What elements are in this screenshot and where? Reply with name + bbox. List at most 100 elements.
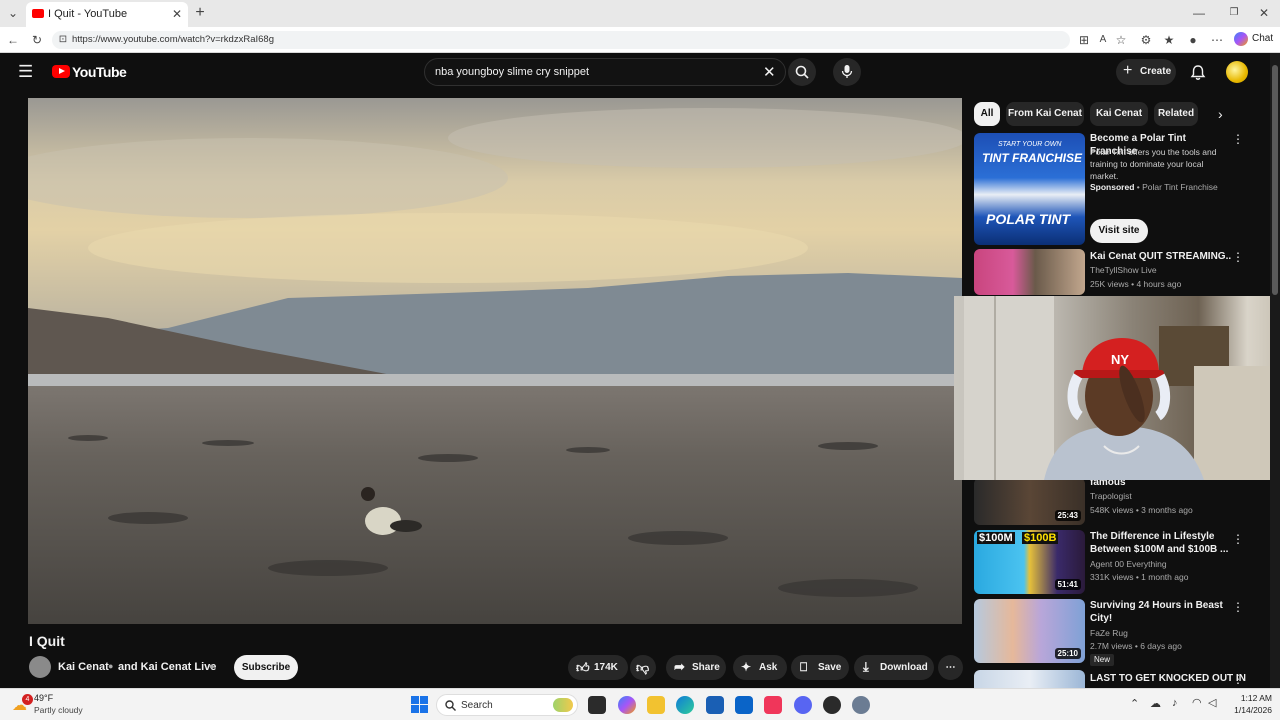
subscribe-button[interactable]: Subscribe — [234, 655, 298, 680]
new-badge: New — [1090, 654, 1115, 666]
more-vert-icon[interactable]: ⋮ — [1232, 132, 1244, 146]
rec-title[interactable]: The Difference in Lifestyle Between $100… — [1090, 530, 1232, 556]
rec-channel[interactable]: TheTyllShow Live — [1090, 264, 1240, 277]
streamer-figure — [964, 296, 1280, 480]
refresh-icon[interactable]: ↻ — [28, 31, 46, 49]
save-button[interactable]: ⎕ Save — [791, 655, 849, 680]
wifi-icon[interactable]: ◠ — [1192, 696, 1202, 709]
chip-kai-cenat[interactable]: Kai Cenat — [1090, 102, 1148, 126]
rec-channel[interactable]: Agent 00 Everything — [1090, 558, 1240, 571]
url-field[interactable]: ⊡ https://www.youtube.com/watch?v=rkdzxR… — [52, 31, 1070, 49]
rec-channel[interactable]: FaZe Rug — [1090, 627, 1240, 640]
menu-icon[interactable]: ☰ — [18, 62, 33, 82]
page-scrollbar[interactable] — [1270, 53, 1280, 688]
volume-icon[interactable]: ◁ — [1208, 696, 1216, 709]
favorite-icon[interactable]: ☆ — [1112, 31, 1130, 49]
back-icon[interactable]: ← — [4, 31, 22, 49]
copilot-icon[interactable] — [618, 696, 636, 714]
more-vert-icon[interactable]: ⋮ — [1232, 600, 1244, 614]
rec-title[interactable]: Surviving 24 Hours in Beast City! — [1090, 599, 1232, 625]
thumbs-down-icon: 👎︎ — [636, 660, 650, 675]
chip-related[interactable]: Related — [1154, 102, 1198, 126]
more-vert-icon[interactable]: ⋮ — [1232, 672, 1244, 686]
clock-date[interactable]: 1/14/2026 — [1228, 705, 1272, 715]
store-icon[interactable] — [706, 696, 724, 714]
ad-thumbnail[interactable]: START YOUR OWN TINT FRANCHISE POLAR TINT — [974, 133, 1085, 245]
edge-icon[interactable] — [676, 696, 694, 714]
share-button[interactable]: ➦ Share — [666, 655, 726, 680]
chat-label[interactable]: Chat — [1252, 33, 1273, 44]
start-button[interactable] — [411, 696, 428, 713]
rec-meta: 331K views • 1 month ago — [1090, 572, 1189, 582]
video-thumbnail[interactable]: 25:10 — [974, 599, 1085, 663]
music-icon[interactable] — [764, 696, 782, 714]
chip-all[interactable]: All — [974, 102, 1000, 126]
save-label: Save — [818, 662, 842, 673]
taskbar-search[interactable]: Search — [436, 694, 578, 716]
chevron-right-icon[interactable]: › — [1218, 106, 1223, 122]
site-info-icon[interactable]: ⊡ — [54, 31, 72, 49]
chip-from-kai-cenat[interactable]: From Kai Cenat — [1006, 102, 1084, 126]
dislike-button[interactable]: 👎︎ — [630, 655, 656, 680]
youtube-logo-icon[interactable] — [52, 65, 70, 78]
channel-collab-text[interactable]: and Kai Cenat Live — [118, 661, 216, 673]
close-tab-icon[interactable]: ✕ — [168, 5, 186, 23]
clock-time[interactable]: 1:12 AM — [1236, 693, 1272, 703]
more-vert-icon[interactable]: ⋮ — [1232, 250, 1244, 264]
game-app-icon[interactable] — [823, 696, 841, 714]
video-thumbnail[interactable] — [974, 249, 1085, 295]
create-button[interactable]: + Create — [1116, 59, 1176, 85]
read-aloud-icon[interactable]: A — [1094, 31, 1112, 49]
notifications-bell-icon[interactable] — [1190, 64, 1206, 81]
search-button[interactable] — [788, 58, 816, 86]
more-vert-icon[interactable]: ⋮ — [1232, 532, 1244, 546]
tray-chevron-icon[interactable]: ⌃ — [1130, 697, 1139, 710]
more-actions-button[interactable]: ⋯ — [938, 655, 963, 680]
youtube-logo-text[interactable]: YouTube — [72, 64, 127, 80]
video-thumbnail[interactable] — [974, 670, 1085, 688]
apps-icon[interactable]: ⊞ — [1075, 31, 1093, 49]
extensions-icon[interactable]: ⚙ — [1137, 31, 1155, 49]
task-view-icon[interactable] — [588, 696, 606, 714]
browser-tab-strip: ⌄ I Quit - YouTube ✕ + — ❐ ✕ — [0, 0, 1280, 27]
share-icon: ➦ — [674, 659, 685, 674]
channel-name[interactable]: Kai Cenat — [58, 661, 109, 673]
microphone-icon[interactable]: ♪ — [1172, 697, 1178, 709]
video-thumbnail[interactable]: $100M $100B 51:41 — [974, 530, 1085, 594]
copilot-icon[interactable] — [1234, 32, 1248, 46]
weather-widget[interactable]: ☁ 4 — [10, 694, 33, 716]
like-button[interactable]: 👍︎ 174K — [568, 655, 628, 680]
avatar[interactable] — [1226, 61, 1248, 83]
onedrive-icon[interactable]: ☁ — [1150, 697, 1161, 710]
file-explorer-icon[interactable] — [647, 696, 665, 714]
restore-icon[interactable]: ❐ — [1225, 4, 1243, 22]
outlook-icon[interactable] — [735, 696, 753, 714]
rec-channel[interactable]: Trapologist — [1090, 490, 1240, 503]
discord-icon[interactable] — [794, 696, 812, 714]
search-icon — [445, 700, 456, 711]
youtube-header: ☰ YouTube nba youngboy slime cry snippet… — [0, 53, 1270, 93]
browser-tab[interactable]: I Quit - YouTube ✕ — [26, 2, 188, 27]
download-button[interactable]: ⤓ Download — [854, 655, 934, 680]
close-window-icon[interactable]: ✕ — [1255, 4, 1273, 22]
voice-search-button[interactable] — [833, 58, 861, 86]
video-player[interactable] — [28, 98, 962, 624]
video-thumbnail[interactable]: 25:43 — [974, 478, 1085, 525]
favorites-icon[interactable]: ★ — [1160, 31, 1178, 49]
more-icon[interactable]: ⋯ — [1208, 31, 1226, 49]
profile-icon[interactable]: ● — [1184, 31, 1202, 49]
thumb-text-a: $100M — [977, 532, 1015, 544]
youtube-favicon-icon — [32, 9, 44, 18]
clear-search-icon[interactable]: ✕ — [763, 63, 776, 81]
settings-icon[interactable] — [852, 696, 870, 714]
ask-button[interactable]: ✦ Ask — [733, 655, 787, 680]
rec-title[interactable]: LAST TO GET KNOCKED OUT IN — [1090, 672, 1246, 685]
tab-list-icon[interactable]: ⌄ — [4, 4, 22, 22]
minimize-icon[interactable]: — — [1190, 4, 1208, 22]
search-input[interactable]: nba youngboy slime cry snippet ✕ — [424, 58, 786, 86]
channel-avatar[interactable] — [29, 656, 51, 678]
visit-site-button[interactable]: Visit site — [1090, 219, 1148, 243]
new-tab-button[interactable]: + — [191, 4, 209, 22]
scrollbar-thumb[interactable] — [1272, 65, 1278, 295]
rec-title[interactable]: Kai Cenat QUIT STREAMING.. — [1090, 250, 1232, 263]
